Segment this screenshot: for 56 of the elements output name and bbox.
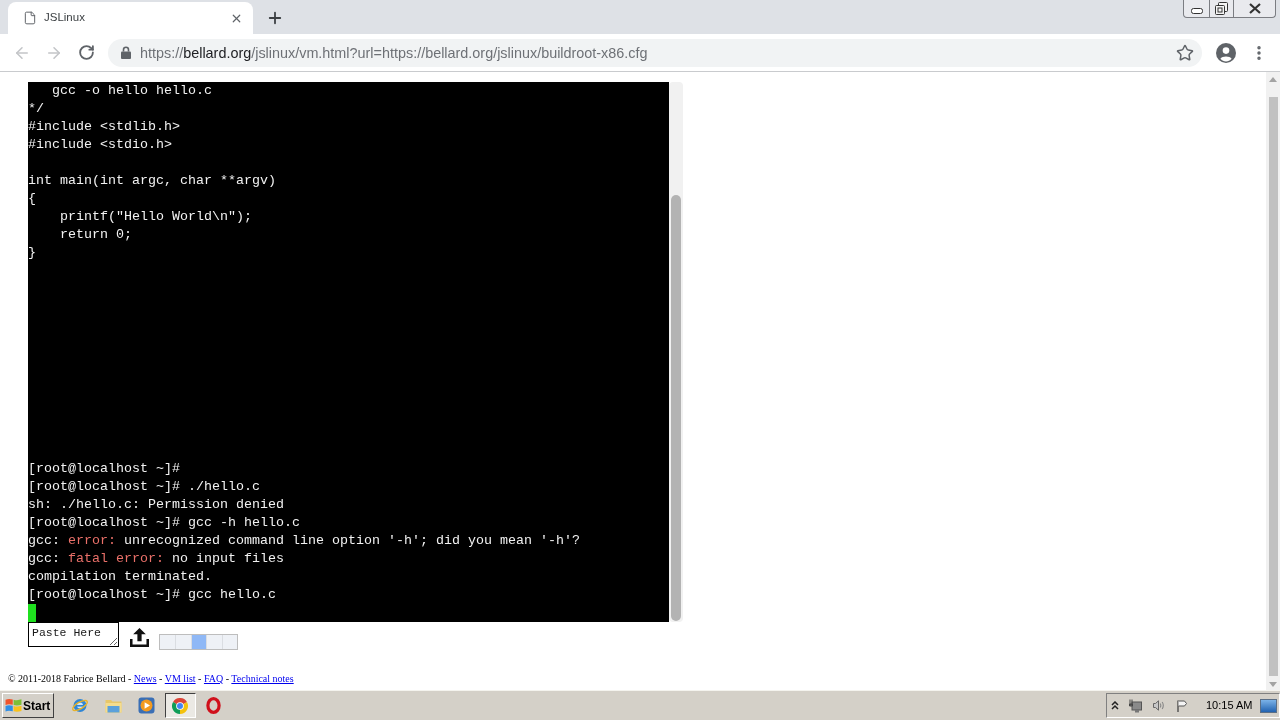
ring-icon[interactable]	[206, 697, 222, 714]
upload-icon[interactable]	[130, 628, 149, 647]
terminal-line: [root@localhost ~]# gcc hello.c	[28, 586, 276, 604]
bookmark-star-icon[interactable]	[1176, 43, 1194, 62]
clock-text[interactable]: 10:15 AM	[1206, 699, 1253, 712]
footer-link[interactable]: VM list	[164, 673, 196, 684]
terminal-line: printf("Hello World\n");	[59, 208, 252, 226]
footer-link[interactable]: Technical notes	[231, 673, 294, 684]
close-icon	[1248, 3, 1261, 14]
show-desktop-icon[interactable]	[1260, 698, 1277, 713]
start-button[interactable]: Start	[2, 693, 54, 718]
flag-icon[interactable]	[1177, 699, 1188, 712]
terminal-scrollbar[interactable]	[669, 82, 683, 622]
scrollbar-thumb[interactable]	[671, 195, 681, 621]
scrollbar-thumb[interactable]	[1268, 97, 1278, 676]
chevrons-up-icon[interactable]	[1111, 701, 1119, 710]
url-text: https://bellard.org/jslinux/vm.html?url=https://bellard.org/jslinux/buildroot-x86.cfg	[140, 43, 648, 62]
terminal-line: #include <stdlib.h>	[28, 118, 180, 136]
terminal-line: compilation terminated.	[28, 568, 212, 586]
terminal-line: */	[28, 100, 44, 118]
network-icon[interactable]	[1129, 698, 1142, 713]
browser-logo-icon	[172, 697, 189, 714]
minimize-icon	[1190, 8, 1203, 14]
terminal-screen[interactable]	[28, 82, 669, 622]
copyright-footer: © 2011-2018 Fabrice Bellard - News - VM list - FAQ - Technical notes	[8, 673, 294, 685]
text-cursor	[28, 604, 36, 622]
footer-link[interactable]: FAQ	[203, 673, 224, 684]
new-tab-icon[interactable]	[266, 9, 284, 27]
terminal-line: int main(int argc, char **argv)	[28, 172, 276, 190]
paste-field[interactable]: Paste Here	[28, 622, 119, 647]
speaker-icon[interactable]	[1153, 700, 1165, 711]
windows-logo-icon	[5, 698, 22, 713]
terminal-line: {	[28, 190, 36, 208]
globe-orbit-icon[interactable]	[70, 697, 89, 714]
page-icon	[23, 11, 37, 25]
page-scrollbar[interactable]	[1266, 72, 1280, 690]
scroll-up-icon[interactable]	[1269, 77, 1277, 82]
browser-tab[interactable]: JSLinux	[8, 2, 253, 34]
terminal-line: gcc -o hello hello.c	[51, 82, 212, 100]
terminal-line: return 0;	[59, 226, 132, 244]
terminal-line: [root@localhost ~]# ./hello.c	[28, 478, 260, 496]
terminal-line: sh: ./hello.c: Permission denied	[28, 496, 284, 514]
terminal-line: [root@localhost ~]#	[28, 460, 180, 478]
reload-icon[interactable]	[77, 44, 95, 61]
terminal-line: gcc: fatal error: no input files	[28, 550, 284, 568]
terminal-line: [root@localhost ~]# gcc -h hello.c	[28, 514, 300, 532]
footer-link[interactable]: News	[133, 673, 157, 684]
account-icon[interactable]	[1216, 42, 1236, 63]
address-bar[interactable]: https://bellard.org/jslinux/vm.html?url=https://bellard.org/jslinux/buildroot-x86.cfg	[108, 38, 1202, 67]
terminal-line: gcc: error: unrecognized command line option '-h'; did you mean '-h'?	[28, 532, 580, 550]
terminal-line: #include <stdio.h>	[28, 136, 172, 154]
scroll-down-icon[interactable]	[1269, 682, 1277, 687]
taskbar-button[interactable]	[164, 693, 196, 718]
terminal-line: }	[28, 244, 36, 262]
lock-icon	[121, 46, 131, 59]
play-icon[interactable]	[138, 697, 156, 714]
